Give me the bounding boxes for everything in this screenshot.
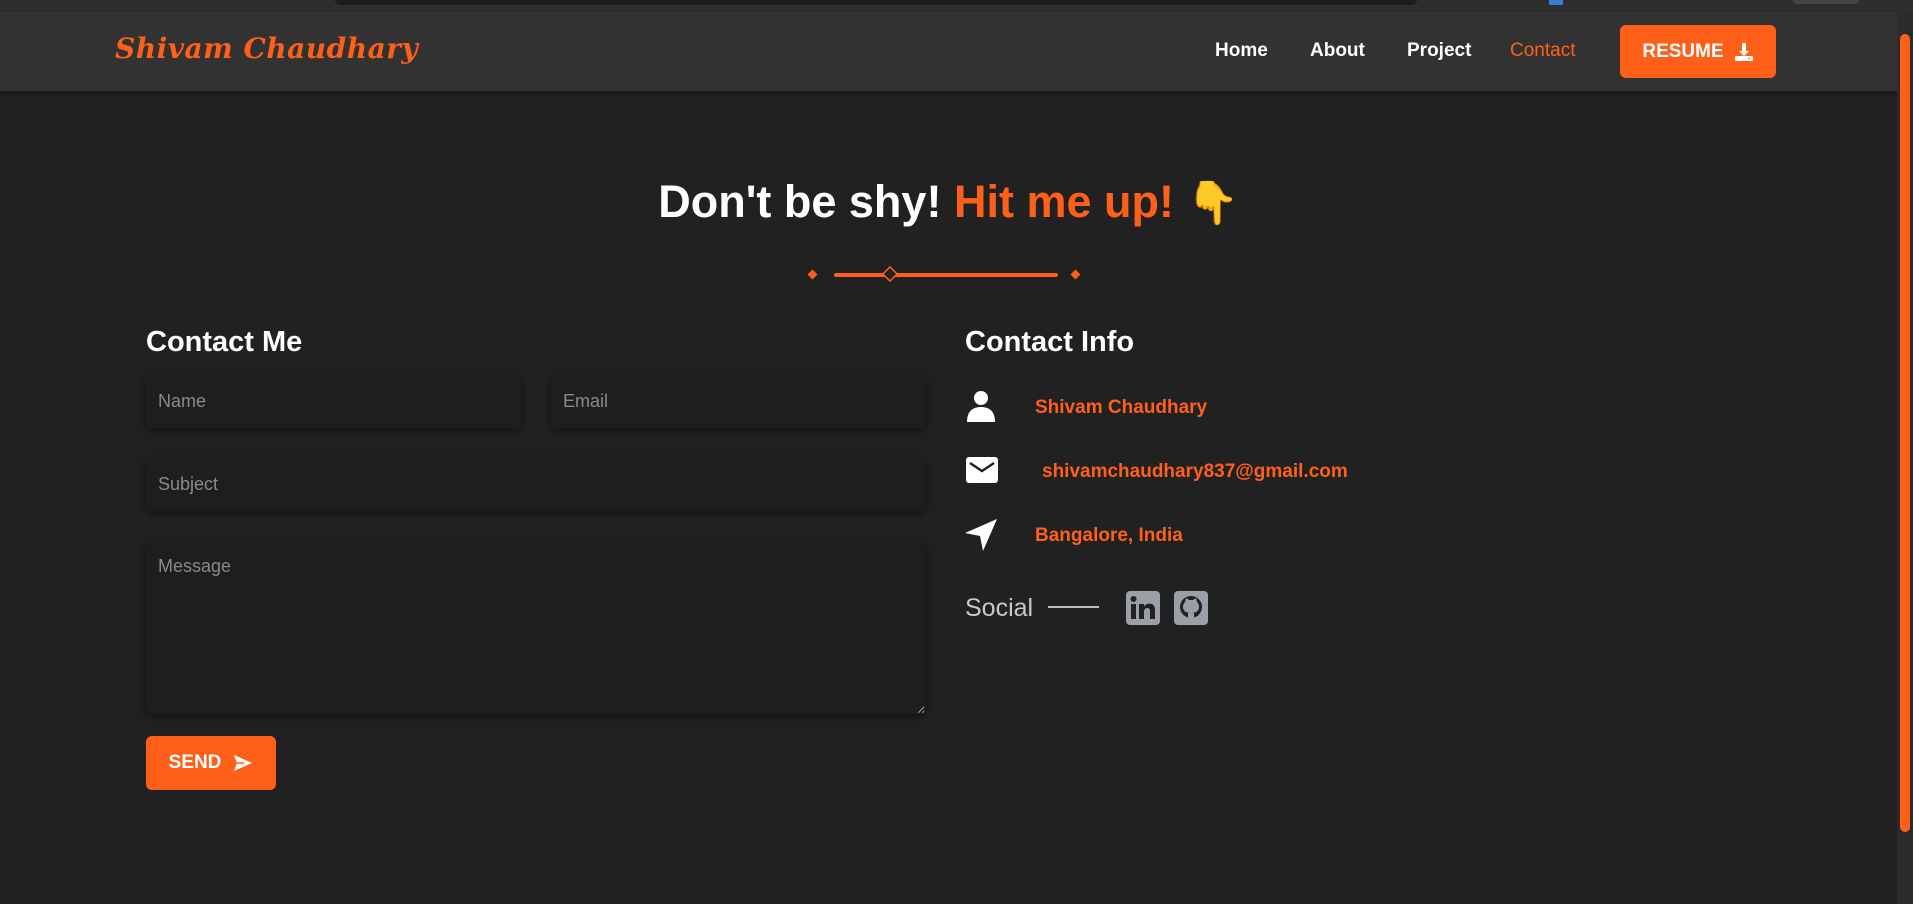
social-divider-line	[1048, 606, 1099, 608]
page-headline: Don't be shy! Hit me up! 👇	[0, 176, 1897, 228]
resume-button-label: RESUME	[1642, 40, 1724, 62]
headline-divider	[807, 266, 1081, 283]
linkedin-icon[interactable]	[1126, 591, 1160, 625]
subject-input[interactable]	[146, 458, 925, 511]
browser-extension-icon[interactable]	[1549, 0, 1563, 5]
name-input[interactable]	[146, 375, 521, 428]
contact-location: Bangalore, India	[1035, 525, 1183, 546]
nav-contact[interactable]: Contact	[1510, 40, 1575, 62]
location-arrow-icon	[965, 519, 997, 551]
email-input[interactable]	[551, 375, 925, 428]
browser-url-bar[interactable]	[335, 0, 1417, 5]
contact-me-title: Contact Me	[146, 326, 303, 358]
nav-about[interactable]: About	[1310, 40, 1365, 62]
download-icon	[1734, 42, 1753, 61]
mail-icon	[966, 457, 998, 483]
send-button[interactable]: SEND	[146, 736, 276, 790]
headline-part2: Hit me up!	[953, 176, 1174, 227]
social-label: Social	[965, 594, 1034, 622]
navbar: Shivam Chaudhary Home About Project Cont…	[0, 12, 1897, 91]
github-icon[interactable]	[1174, 591, 1208, 625]
page-scrollbar[interactable]	[1897, 12, 1913, 904]
pointing-down-emoji: 👇	[1186, 179, 1239, 226]
resume-button[interactable]: RESUME	[1620, 25, 1776, 78]
nav-project[interactable]: Project	[1407, 40, 1471, 62]
send-icon	[234, 755, 253, 771]
browser-profile-pill[interactable]	[1793, 0, 1859, 4]
person-icon	[967, 391, 995, 422]
nav-home[interactable]: Home	[1215, 40, 1268, 62]
scrollbar-thumb[interactable]	[1900, 34, 1910, 832]
contact-info-title: Contact Info	[965, 326, 1135, 358]
brand-logo[interactable]: Shivam Chaudhary	[115, 32, 418, 65]
contact-name: Shivam Chaudhary	[1035, 397, 1208, 418]
message-textarea[interactable]	[146, 541, 925, 714]
headline-part1: Don't be shy!	[658, 176, 942, 227]
contact-email[interactable]: shivamchaudhary837@gmail.com	[1042, 461, 1348, 483]
browser-top-strip	[0, 0, 1913, 12]
send-button-label: SEND	[168, 752, 222, 773]
